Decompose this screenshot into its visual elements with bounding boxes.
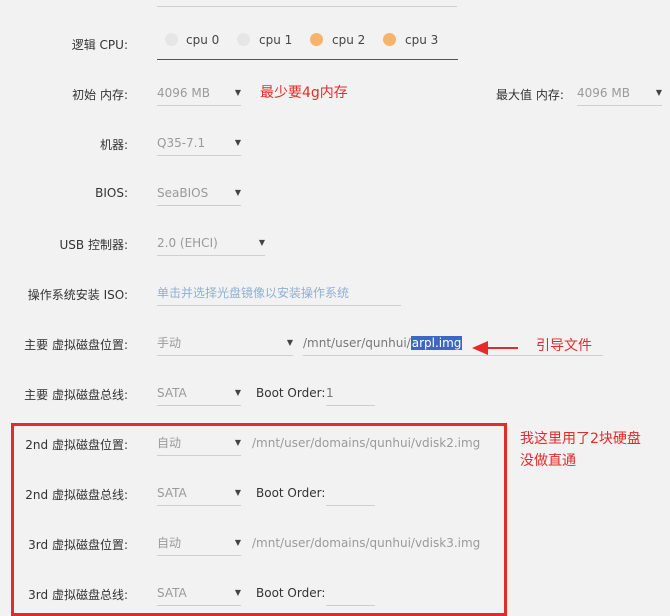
- max-memory-value: 4096 MB: [577, 86, 630, 100]
- bios-value: SeaBIOS: [157, 186, 209, 200]
- cpu-1-label: cpu 1: [259, 33, 293, 47]
- chevron-down-icon: ▼: [234, 438, 241, 447]
- memory-value: 4096 MB: [157, 86, 210, 100]
- chevron-down-icon: ▼: [234, 388, 241, 397]
- disk2-bus-label: 2nd 虚拟磁盘总线:: [25, 488, 128, 502]
- disk3-boot-order-input[interactable]: [326, 581, 375, 606]
- primary-boot-order-input[interactable]: 1: [326, 381, 375, 406]
- memory-select[interactable]: 4096 MB ▼: [157, 81, 241, 106]
- disk2-boot-order-label: Boot Order:: [256, 486, 326, 500]
- bios-select[interactable]: SeaBIOS ▼: [157, 181, 241, 206]
- disk3-boot-order-label: Boot Order:: [256, 586, 326, 600]
- chevron-down-icon: ▼: [234, 588, 241, 597]
- disk2-path-value: /mnt/user/domains/qunhui/vdisk2.img: [252, 436, 481, 450]
- chevron-down-icon: ▼: [234, 538, 241, 547]
- primary-disk-bus-value: SATA: [157, 386, 187, 400]
- chevron-down-icon: ▼: [234, 488, 241, 497]
- usb-value: 2.0 (EHCI): [157, 236, 218, 250]
- chevron-down-icon: ▼: [655, 88, 662, 97]
- machine-label: 机器:: [99, 138, 128, 152]
- disk3-mode-value: 自动: [157, 536, 182, 550]
- disk3-location-label: 3rd 虚拟磁盘位置:: [28, 538, 128, 552]
- cpu-2-label: cpu 2: [332, 33, 366, 47]
- primary-disk-bus-label: 主要 虚拟磁盘总线:: [24, 388, 128, 402]
- chevron-down-icon: ▼: [234, 138, 241, 147]
- primary-disk-location-label: 主要 虚拟磁盘位置:: [24, 338, 128, 352]
- primary-boot-order-value: 1: [326, 386, 334, 400]
- disk3-mode-select[interactable]: 自动 ▼: [157, 531, 241, 556]
- cpu-1-checkbox-icon[interactable]: [237, 33, 250, 46]
- disk2-mode-select[interactable]: 自动 ▼: [157, 431, 241, 456]
- arrow-left-icon: [472, 341, 518, 355]
- iso-placeholder: 单击并选择光盘镜像以安装操作系统: [157, 286, 350, 300]
- memory-label: 初始 内存:: [72, 88, 128, 102]
- machine-value: Q35-7.1: [157, 136, 206, 150]
- usb-select[interactable]: 2.0 (EHCI) ▼: [157, 231, 265, 256]
- max-memory-label: 最大值 内存:: [496, 88, 564, 102]
- usb-label: USB 控制器:: [59, 238, 129, 252]
- primary-disk-path-prefix: /mnt/user/qunhui/: [303, 336, 411, 350]
- disk3-bus-label: 3rd 虚拟磁盘总线:: [28, 588, 128, 602]
- cpu-label: 逻辑 CPU:: [71, 38, 128, 52]
- disk3-path-value: /mnt/user/domains/qunhui/vdisk3.img: [252, 536, 481, 550]
- disks-annotation-line-1: 我这里用了2块硬盘: [520, 431, 641, 447]
- disk2-bus-value: SATA: [157, 486, 187, 500]
- max-memory-select[interactable]: 4096 MB ▼: [577, 81, 662, 106]
- disk2-bus-select[interactable]: SATA ▼: [157, 481, 241, 506]
- chevron-down-icon: ▼: [286, 338, 293, 347]
- primary-disk-bus-select[interactable]: SATA ▼: [157, 381, 241, 406]
- bios-label: BIOS:: [95, 186, 128, 200]
- disk3-bus-value: SATA: [157, 586, 187, 600]
- primary-disk-mode-select[interactable]: 手动 ▼: [157, 331, 293, 356]
- cpu-0-label: cpu 0: [186, 33, 220, 47]
- disk2-path-input[interactable]: /mnt/user/domains/qunhui/vdisk2.img: [252, 431, 488, 455]
- cpu-3-checkbox-icon[interactable]: [383, 33, 396, 46]
- cpu-3-label: cpu 3: [405, 33, 439, 47]
- primary-disk-path-selection: arpl.img: [410, 336, 463, 350]
- disks-annotation-line-2: 没做直通: [520, 453, 576, 469]
- machine-select[interactable]: Q35-7.1 ▼: [157, 131, 241, 156]
- boot-file-annotation: 引导文件: [536, 338, 592, 354]
- iso-input[interactable]: 单击并选择光盘镜像以安装操作系统: [157, 281, 401, 306]
- chevron-down-icon: ▼: [234, 188, 241, 197]
- disk2-boot-order-input[interactable]: [326, 481, 375, 506]
- primary-boot-order-label: Boot Order:: [256, 386, 326, 400]
- memory-annotation: 最少要4g内存: [260, 85, 348, 101]
- disk2-mode-value: 自动: [157, 436, 182, 450]
- cpu-list: [157, 0, 458, 60]
- primary-disk-mode-value: 手动: [157, 336, 182, 350]
- disk3-bus-select[interactable]: SATA ▼: [157, 581, 241, 606]
- iso-label: 操作系统安装 ISO:: [27, 288, 128, 302]
- cpu-0-checkbox-icon[interactable]: [165, 33, 178, 46]
- cpu-2-checkbox-icon[interactable]: [310, 33, 323, 46]
- chevron-down-icon: ▼: [258, 238, 265, 247]
- disk2-location-label: 2nd 虚拟磁盘位置:: [25, 438, 128, 452]
- disk3-path-input[interactable]: /mnt/user/domains/qunhui/vdisk3.img: [252, 531, 488, 555]
- chevron-down-icon: ▼: [234, 88, 241, 97]
